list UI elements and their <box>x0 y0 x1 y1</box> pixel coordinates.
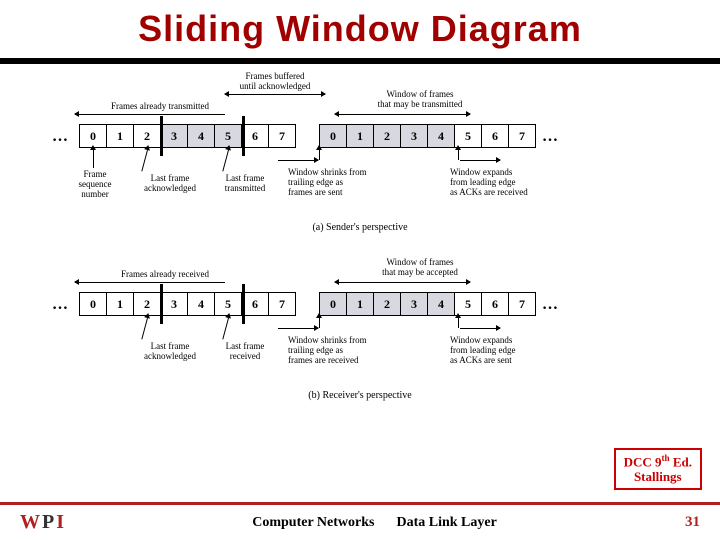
wpi-logo: WPI <box>20 511 64 534</box>
vbar-ack-recv <box>160 284 163 324</box>
ptr-shrink-s <box>319 150 320 160</box>
cell: 3 <box>400 124 428 148</box>
cell: 1 <box>106 292 134 316</box>
cell: 6 <box>481 292 509 316</box>
label-window-send: Window of framesthat may be transmitted <box>360 90 480 110</box>
label-buffered: Frames buffereduntil acknowledged <box>230 72 320 92</box>
vbar-rx-recv <box>242 284 245 324</box>
label-shrink-r: Window shrinks fromtrailing edge asframe… <box>288 336 393 366</box>
source-citation: DCC 9th Ed. Stallings <box>614 448 702 490</box>
footer-course: Computer Networks <box>252 515 374 531</box>
dots-right-2: … <box>542 296 560 314</box>
page-number: 31 <box>685 514 700 531</box>
caption-receiver: (b) Receiver's perspective <box>30 390 690 401</box>
arrow-expand-r <box>460 328 500 329</box>
cell: 7 <box>268 124 296 148</box>
label-expand-r: Window expandsfrom leading edgeas ACKs a… <box>450 336 565 366</box>
cell: 3 <box>160 292 188 316</box>
cell: 1 <box>346 292 374 316</box>
bracket-buffered <box>225 94 325 95</box>
vbar-tx-sender <box>242 116 245 156</box>
cell: 6 <box>241 124 269 148</box>
ptr-lastrx <box>222 318 229 340</box>
cell: 1 <box>346 124 374 148</box>
bracket-window-recv <box>335 282 470 283</box>
label-lasttx: Last frametransmitted <box>215 174 275 194</box>
sender-cells-right: 0 1 2 3 4 5 6 7 <box>320 124 536 148</box>
footer-topic: Data Link Layer <box>396 515 496 531</box>
cell: 2 <box>373 292 401 316</box>
logo-w: W <box>20 511 40 534</box>
label-window-recv: Window of framesthat may be accepted <box>360 258 480 278</box>
arrow-shrink-r <box>278 328 318 329</box>
ptr-lastack-s <box>141 150 148 172</box>
cell: 3 <box>160 124 188 148</box>
cell: 1 <box>106 124 134 148</box>
label-expand-s: Window expandsfrom leading edgeas ACKs a… <box>450 168 565 198</box>
cell: 2 <box>373 124 401 148</box>
ptr-lasttx <box>222 150 229 172</box>
bracket-window-send <box>335 114 470 115</box>
cell: 4 <box>187 292 215 316</box>
slide-title: Sliding Window Diagram <box>138 8 582 50</box>
label-shrink-s: Window shrinks fromtrailing edge asframe… <box>288 168 393 198</box>
cell: 7 <box>508 124 536 148</box>
ptr-lastack-r <box>141 318 148 340</box>
ptr-seqnum <box>93 150 94 168</box>
dots-right-1: … <box>542 128 560 146</box>
dots-left-1: … <box>52 128 70 146</box>
ptr-shrink-r <box>319 318 320 328</box>
logo-p: P <box>42 511 54 534</box>
dots-left-2: … <box>52 296 70 314</box>
footer-titles: Computer Networks Data Link Layer <box>252 515 497 531</box>
arrow-expand-s <box>460 160 500 161</box>
diagram-area: Frames buffereduntil acknowledged Frames… <box>30 72 690 462</box>
cell: 4 <box>427 124 455 148</box>
slide-footer: WPI Computer Networks Data Link Layer 31 <box>0 502 720 540</box>
label-lastrx: Last framereceived <box>215 342 275 362</box>
cell: 4 <box>427 292 455 316</box>
label-lastack-s: Last frameacknowledged <box>138 174 202 194</box>
sender-cells-left: 0 1 2 3 4 5 6 7 <box>80 124 296 148</box>
cell: 4 <box>187 124 215 148</box>
cell: 3 <box>400 292 428 316</box>
cell: 7 <box>508 292 536 316</box>
label-received: Frames already received <box>100 270 230 280</box>
cell: 7 <box>268 292 296 316</box>
receiver-cells-right: 0 1 2 3 4 5 6 7 <box>320 292 536 316</box>
caption-sender: (a) Sender's perspective <box>30 222 690 233</box>
cell: 0 <box>319 292 347 316</box>
label-lastack-r: Last frameacknowledged <box>138 342 202 362</box>
vbar-ack-sender <box>160 116 163 156</box>
receiver-cells-left: 0 1 2 3 4 5 6 7 <box>80 292 296 316</box>
label-transmitted: Frames already transmitted <box>90 102 230 112</box>
cell: 6 <box>481 124 509 148</box>
cell: 0 <box>319 124 347 148</box>
slide-header: Sliding Window Diagram <box>0 0 720 64</box>
ptr-expand-s <box>458 150 459 160</box>
cell: 6 <box>241 292 269 316</box>
cell: 0 <box>79 292 107 316</box>
arrow-shrink-s <box>278 160 318 161</box>
label-seqnum: Framesequencenumber <box>70 170 120 200</box>
arrow-transmitted <box>75 114 225 115</box>
logo-i: I <box>56 511 64 534</box>
arrow-received <box>75 282 225 283</box>
ptr-expand-r <box>458 318 459 328</box>
